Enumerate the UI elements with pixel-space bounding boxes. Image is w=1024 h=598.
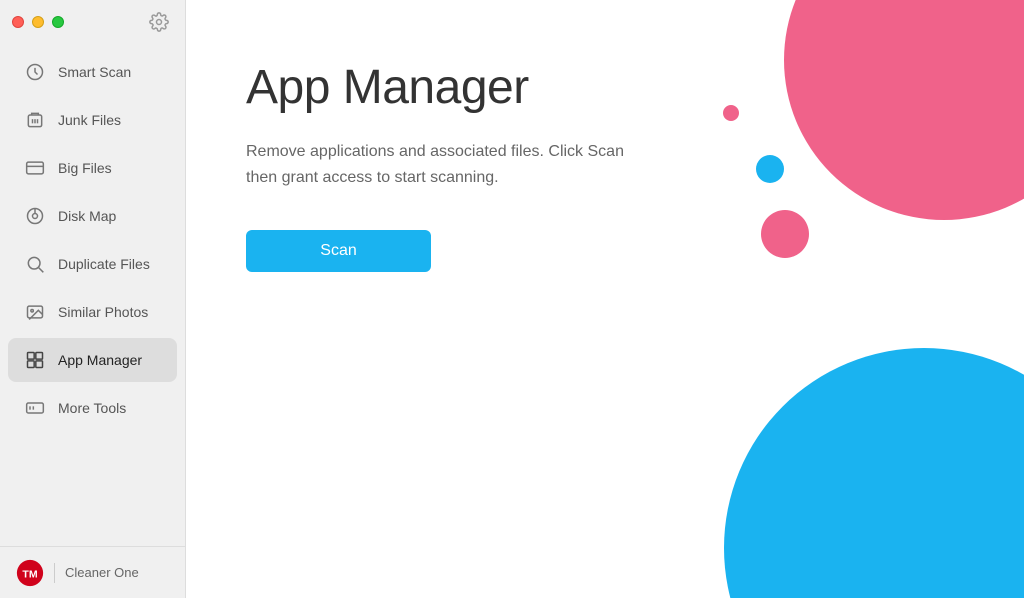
minimize-button[interactable] bbox=[32, 16, 44, 28]
settings-icon[interactable] bbox=[145, 8, 173, 36]
sidebar-item-label: Big Files bbox=[58, 160, 112, 176]
page-description: Remove applications and associated files… bbox=[246, 139, 626, 190]
sidebar-item-smart-scan[interactable]: Smart Scan bbox=[8, 50, 177, 94]
sidebar-item-label: Similar Photos bbox=[58, 304, 148, 320]
sidebar-item-label: Duplicate Files bbox=[58, 256, 150, 272]
sidebar-item-more-tools[interactable]: More Tools bbox=[8, 386, 177, 430]
pink-small-circle bbox=[761, 210, 809, 258]
big-files-icon bbox=[24, 157, 46, 179]
app-manager-icon bbox=[24, 349, 46, 371]
sidebar-item-label: More Tools bbox=[58, 400, 126, 416]
maximize-button[interactable] bbox=[52, 16, 64, 28]
main-content: App Manager Remove applications and asso… bbox=[186, 0, 1024, 598]
sidebar-item-big-files[interactable]: Big Files bbox=[8, 146, 177, 190]
blue-large-circle bbox=[724, 348, 1024, 598]
sidebar-item-app-manager[interactable]: App Manager bbox=[8, 338, 177, 382]
sidebar-item-disk-map[interactable]: Disk Map bbox=[8, 194, 177, 238]
close-button[interactable] bbox=[12, 16, 24, 28]
photos-icon bbox=[24, 301, 46, 323]
clock-icon bbox=[24, 61, 46, 83]
trend-micro-logo: TM bbox=[16, 559, 44, 587]
sidebar-item-label: App Manager bbox=[58, 352, 142, 368]
page-title: App Manager bbox=[246, 60, 1024, 115]
more-tools-icon bbox=[24, 397, 46, 419]
svg-text:TM: TM bbox=[22, 568, 37, 580]
sidebar-item-duplicate-files[interactable]: Duplicate Files bbox=[8, 242, 177, 286]
sidebar: Smart Scan Junk Files Big bbox=[0, 0, 186, 598]
duplicate-icon bbox=[24, 253, 46, 275]
trend-micro-icon: TM bbox=[16, 559, 44, 587]
disk-map-icon bbox=[24, 205, 46, 227]
nav-list: Smart Scan Junk Files Big bbox=[0, 44, 185, 546]
sidebar-item-label: Smart Scan bbox=[58, 64, 131, 80]
sidebar-footer: TM Cleaner One bbox=[0, 546, 185, 598]
sidebar-item-junk-files[interactable]: Junk Files bbox=[8, 98, 177, 142]
blue-small-circle bbox=[756, 155, 784, 183]
sidebar-item-similar-photos[interactable]: Similar Photos bbox=[8, 290, 177, 334]
sidebar-item-label: Junk Files bbox=[58, 112, 121, 128]
titlebar bbox=[0, 0, 185, 44]
sidebar-item-label: Disk Map bbox=[58, 208, 116, 224]
footer-divider bbox=[54, 563, 55, 583]
app-name: Cleaner One bbox=[65, 565, 139, 580]
junk-icon bbox=[24, 109, 46, 131]
scan-button[interactable]: Scan bbox=[246, 230, 431, 272]
